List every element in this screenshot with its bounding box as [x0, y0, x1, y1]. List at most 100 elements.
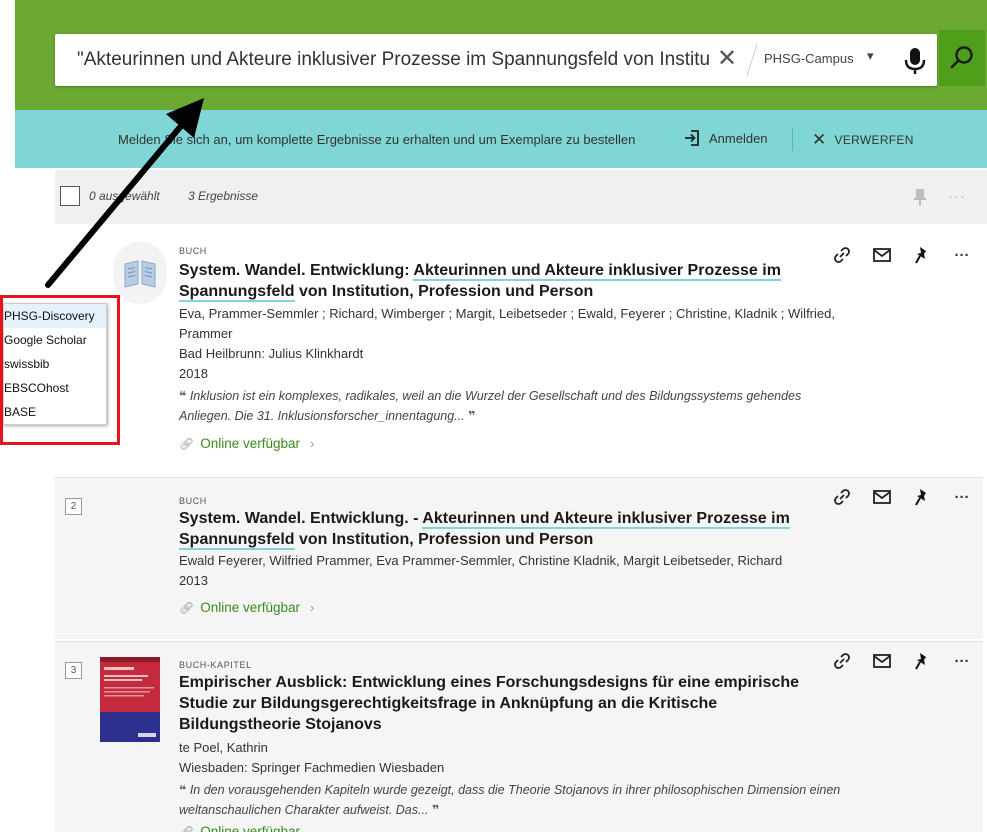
title-part: System. Wandel. Entwicklung. - — [179, 510, 423, 527]
online-available-link[interactable]: 🔗︎ Online verfügbar › — [179, 600, 314, 615]
online-label: Online verfügbar — [200, 824, 301, 832]
search-engine-option[interactable]: swissbib — [4, 352, 106, 376]
result-actions: ··· — [827, 244, 987, 266]
dismiss-label: VERWERFEN — [834, 133, 914, 147]
notice-text: Melden Sie sich an, um komplette Ergebni… — [118, 132, 636, 147]
result-snippet: ❝ Inklusion ist ein komplexes, radikales… — [179, 386, 899, 426]
close-icon: ✕ — [812, 130, 827, 149]
search-engine-option[interactable]: BASE — [4, 400, 106, 424]
title-highlight: Spannungsfeld — [179, 283, 295, 302]
search-input[interactable]: "Akteurinnen und Akteure inklusiver Proz… — [77, 46, 710, 74]
sign-in-icon — [685, 130, 699, 146]
link-icon: 🔗︎ — [179, 600, 195, 615]
result-rank: 3 — [65, 662, 82, 679]
login-button[interactable]: Anmelden — [683, 126, 768, 150]
online-available-link[interactable]: 🔗︎ Online verfügbar — [179, 824, 300, 832]
title-part: von Institution, Profession und Person — [294, 283, 594, 300]
dismiss-button[interactable]: ✕ VERWERFEN — [812, 128, 914, 152]
search-engine-option[interactable]: EBSCOhost — [4, 376, 106, 400]
more-options-icon[interactable]: ··· — [947, 486, 977, 508]
search-engine-option[interactable]: Google Scholar — [4, 328, 106, 352]
result-publisher: Bad Heilbrunn: Julius Klinkhardt — [179, 346, 364, 361]
quote-close-icon: ❞ — [431, 803, 440, 817]
search-button[interactable] — [939, 30, 985, 86]
title-highlight: Spannungsfeld — [179, 531, 295, 550]
online-available-link[interactable]: 🔗︎ Online verfügbar › — [179, 436, 314, 451]
select-all-checkbox[interactable] — [60, 186, 80, 206]
login-notice-bar: Melden Sie sich an, um komplette Ergebni… — [15, 110, 987, 168]
permalink-icon[interactable] — [827, 244, 857, 266]
title-line: Studie zur Bildungsgerechtigkeitsfrage i… — [179, 695, 718, 712]
pin-icon[interactable] — [907, 486, 937, 508]
chevron-right-icon: › — [310, 436, 315, 451]
resource-type: BUCH — [179, 246, 207, 256]
title-line: Bildungstheorie Stojanovs — [179, 716, 382, 733]
resource-type: BUCH — [179, 496, 207, 506]
result-year: 2013 — [179, 573, 208, 588]
result-title[interactable]: System. Wandel. Entwicklung: Akteurinnen… — [179, 260, 819, 302]
result-rank: 2 — [65, 498, 82, 515]
link-icon: 🔗︎ — [179, 436, 195, 451]
authors-line: Eva, Prammer-Semmler ; Richard, Wimberge… — [179, 306, 835, 321]
chevron-right-icon: › — [310, 600, 315, 615]
email-icon[interactable] — [867, 650, 897, 672]
result-item[interactable]: 3 BUCH-KAPITEL Empirischer Ausblick: Ent… — [55, 641, 983, 832]
quote-close-icon: ❞ — [468, 409, 476, 423]
permalink-icon[interactable] — [827, 486, 857, 508]
search-box[interactable]: "Akteurinnen und Akteure inklusiver Proz… — [55, 34, 937, 86]
scope-select[interactable]: PHSG-Campus — [764, 51, 854, 66]
divider — [792, 127, 793, 151]
result-item[interactable]: 2 BUCH System. Wandel. Entwicklung. - Ak… — [55, 477, 983, 639]
result-authors: Eva, Prammer-Semmler ; Richard, Wimberge… — [179, 304, 899, 344]
quote-open-icon: ❝ — [179, 389, 187, 403]
quote-open-icon: ❝ — [179, 783, 187, 797]
book-thumbnail — [113, 242, 167, 304]
search-engine-option[interactable]: PHSG-Discovery — [4, 304, 106, 328]
result-authors: Ewald Feyerer, Wilfried Prammer, Eva Pra… — [179, 553, 783, 568]
email-icon[interactable] — [867, 486, 897, 508]
separator — [746, 43, 758, 77]
result-item[interactable]: BUCH System. Wandel. Entwicklung: Akteur… — [55, 228, 983, 473]
resource-type: BUCH-KAPITEL — [179, 660, 252, 670]
result-publisher: Wiesbaden: Springer Fachmedien Wiesbaden — [179, 760, 445, 775]
more-options-icon[interactable]: ··· — [947, 650, 977, 672]
chevron-down-icon[interactable]: ▾ — [867, 48, 874, 64]
selected-count: 0 ausgewählt — [89, 189, 160, 203]
result-title[interactable]: Empirischer Ausblick: Entwicklung eines … — [179, 672, 819, 735]
result-title[interactable]: System. Wandel. Entwicklung. - Akteurinn… — [179, 508, 819, 550]
search-engine-popup-frame: PHSG-Discovery Google Scholar swissbib E… — [0, 295, 120, 445]
more-options-icon[interactable]: ··· — [947, 244, 977, 266]
search-icon — [950, 46, 973, 69]
title-part: von Institution, Profession und Person — [294, 531, 594, 548]
title-line: Empirischer Ausblick: Entwicklung eines … — [179, 674, 800, 691]
book-cover-thumbnail — [100, 657, 160, 742]
snippet-line: weltanschaulichen Charakter aufweist. Da… — [179, 803, 429, 817]
more-options-icon[interactable]: ··· — [948, 188, 966, 205]
results-toolbar: 0 ausgewählt 3 Ergebnisse ··· — [55, 170, 987, 224]
microphone-icon[interactable] — [897, 42, 933, 78]
title-highlight: Akteurinnen und Akteure inklusiver Proze… — [413, 262, 781, 281]
result-authors: te Poel, Kathrin — [179, 740, 268, 755]
link-icon: 🔗︎ — [179, 824, 195, 832]
result-actions: ··· — [827, 486, 987, 508]
search-engine-list: PHSG-Discovery Google Scholar swissbib E… — [3, 303, 107, 425]
title-highlight: Akteurinnen und Akteure inklusiver Proze… — [422, 510, 790, 529]
snippet-line: Anliegen. Die 31. Inklusionsforscher_inn… — [179, 409, 465, 423]
result-count: 3 Ergebnisse — [188, 189, 259, 203]
email-icon[interactable] — [867, 244, 897, 266]
result-actions: ··· — [827, 650, 987, 672]
clear-search-icon[interactable]: ✕ — [714, 45, 740, 73]
login-label: Anmelden — [709, 130, 768, 146]
title-part: System. Wandel. Entwicklung: — [179, 262, 414, 279]
pin-icon[interactable] — [907, 650, 937, 672]
pin-icon[interactable] — [911, 187, 929, 207]
snippet-line: In den vorausgehenden Kapiteln wurde gez… — [189, 783, 841, 797]
result-year: 2018 — [179, 366, 208, 381]
pin-icon[interactable] — [907, 244, 937, 266]
online-label: Online verfügbar — [200, 436, 301, 451]
authors-line: Prammer — [179, 326, 233, 341]
result-snippet: ❝ In den vorausgehenden Kapiteln wurde g… — [179, 780, 899, 820]
online-label: Online verfügbar — [200, 600, 301, 615]
permalink-icon[interactable] — [827, 650, 857, 672]
snippet-line: Inklusion ist ein komplexes, radikales, … — [189, 389, 802, 403]
